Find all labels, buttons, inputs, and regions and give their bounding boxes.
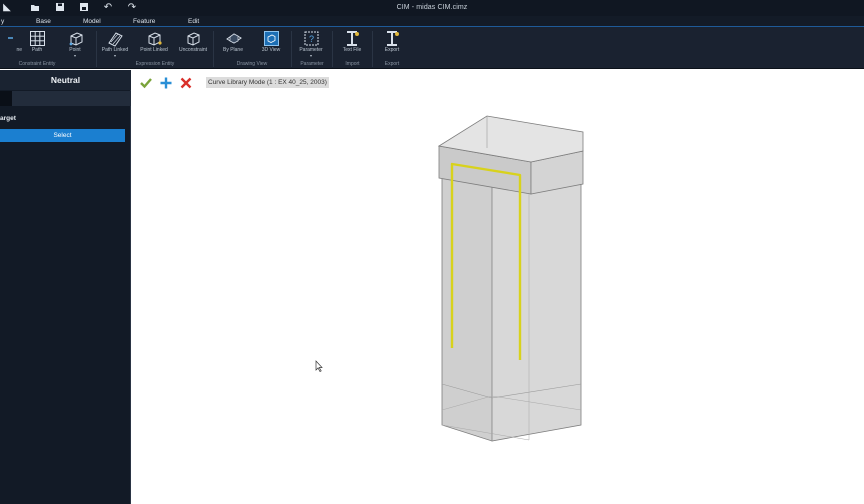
export-icon	[386, 31, 399, 46]
unconstraint-icon	[187, 32, 199, 46]
group-constraint-entity: Constraint Entity	[18, 61, 56, 67]
left-panel: Neutral arget Select	[0, 70, 131, 504]
app-window: ◣ ↶ ↷ CIM - midas CIM.cimz y Base Model …	[0, 0, 864, 504]
mouse-cursor-icon	[315, 360, 323, 372]
panel-tab-active[interactable]	[0, 91, 12, 106]
menu-item-edit[interactable]: Edit	[188, 16, 199, 27]
mode-status-badge: Curve Library Mode (1 : EX 40_25, 2003)	[206, 77, 329, 88]
by-plane-button[interactable]: By Plane	[215, 30, 251, 58]
line-icon	[7, 37, 13, 39]
group-import: Import	[345, 61, 360, 67]
export-button-label: Export	[384, 47, 400, 53]
unconstraint-button-label: Unconstraint	[178, 47, 208, 53]
path-button-label: Path	[31, 47, 43, 53]
path-button[interactable]: Path	[19, 30, 55, 58]
path-linked-dropdown-icon[interactable]: ▾	[97, 54, 133, 58]
menu-item-y[interactable]: y	[1, 16, 4, 27]
menu-bar: y Base Model Feature Edit	[0, 16, 864, 27]
column-left-face	[441, 151, 493, 442]
3d-view-icon	[263, 31, 279, 46]
text-file-icon	[346, 31, 359, 46]
window-title: CIM - midas CIM.cimz	[396, 4, 468, 11]
grid-path-icon	[29, 31, 45, 46]
target-label: arget	[0, 115, 16, 122]
column-right-face	[491, 151, 582, 442]
point-linked-icon	[148, 32, 162, 46]
path-linked-button[interactable]: Path Linked ▾	[97, 30, 133, 58]
group-parameter: Parameter	[300, 61, 324, 67]
group-expression-entity: Expression Entity	[135, 61, 175, 67]
confirm-check-icon[interactable]	[139, 76, 153, 90]
point-linked-button[interactable]: Point Linked	[136, 30, 172, 58]
menu-item-base[interactable]: Base	[36, 16, 51, 27]
point-dropdown-icon[interactable]: ▾	[57, 54, 93, 58]
add-plus-icon[interactable]	[159, 76, 173, 90]
panel-title: Neutral	[0, 70, 131, 90]
parameter-icon: ?	[304, 31, 318, 46]
unconstraint-button[interactable]: Unconstraint	[175, 30, 211, 58]
select-button[interactable]: Select	[0, 129, 125, 142]
by-plane-icon	[225, 33, 242, 44]
export-button[interactable]: Export	[374, 30, 410, 58]
3d-viewport[interactable]: Curve Library Mode (1 : EX 40_25, 2003)	[131, 70, 864, 504]
path-linked-icon	[107, 32, 123, 47]
by-plane-button-label: By Plane	[222, 47, 243, 53]
3d-view-button[interactable]: 3D View	[253, 30, 289, 58]
3d-view-button-label: 3D View	[261, 47, 281, 53]
title-bar: ◣ ↶ ↷ CIM - midas CIM.cimz	[0, 0, 864, 16]
parameter-dropdown-icon[interactable]: ▾	[293, 54, 329, 58]
cube-point-icon	[69, 32, 82, 46]
point-linked-button-label: Point Linked	[140, 47, 168, 53]
menu-item-model[interactable]: Model	[83, 16, 101, 27]
menu-item-feature[interactable]: Feature	[133, 16, 155, 27]
parameter-button[interactable]: ? Parameter ▾	[293, 30, 329, 58]
point-button[interactable]: Point ▾	[57, 30, 93, 58]
text-file-button[interactable]: Text File	[334, 30, 370, 58]
panel-tab-strip	[0, 91, 131, 106]
group-drawing-view: Drawing View	[236, 61, 268, 67]
cancel-x-icon[interactable]	[179, 76, 193, 90]
ribbon-toolbar: ne Path Point ▾ Path Linked ▾ Point Link…	[0, 27, 864, 69]
text-file-button-label: Text File	[342, 47, 362, 53]
3d-scene[interactable]	[131, 70, 864, 504]
group-export: Export	[384, 61, 400, 67]
svg-text:?: ?	[308, 34, 313, 44]
